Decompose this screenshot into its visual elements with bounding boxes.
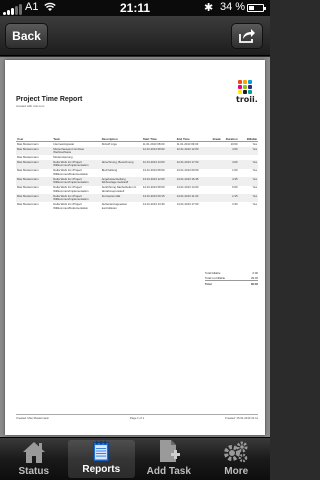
tab-reports-label: Reports xyxy=(82,464,121,475)
table-cell xyxy=(210,186,222,194)
table-cell: 4:00 xyxy=(221,147,239,156)
table-cell: 6:00 xyxy=(232,185,238,190)
logo-dot xyxy=(243,80,247,84)
tab-status[interactable]: Status xyxy=(0,438,68,480)
battery-icon xyxy=(247,4,266,12)
report-footer: Created: Max Mustermann Page 1 of 1 Crea… xyxy=(16,414,258,420)
table-cell: Delta Werk Inc./Project Willkommen/Imple… xyxy=(53,185,89,193)
table-row: Max Mustermann Delta Werk Inc./Project Wi… xyxy=(16,202,258,210)
report-page: Project Time Report created with troii.c… xyxy=(5,60,265,435)
tab-add-task-label: Add Task xyxy=(146,466,191,477)
tab-more-label: More xyxy=(224,466,249,477)
total-value: 0:00 xyxy=(252,270,258,275)
back-button-label: Back xyxy=(12,29,41,43)
report-table: User Task Description Start Time End Time Bre… xyxy=(16,136,258,211)
footer-page-number: Page 1 of 1 xyxy=(129,416,145,420)
table-cell: Yes xyxy=(238,147,258,156)
total-value: 39:30 xyxy=(251,275,258,280)
table-row: Max Mustermann Delta Werk Inc./Project Wi… xyxy=(16,185,258,194)
table-row: Max Mustermann Delta Werk Inc./Project Wi… xyxy=(16,177,258,186)
table-cell: 14.01.2013 13:30 xyxy=(142,202,165,207)
table-cell xyxy=(209,147,222,156)
tab-status-label: Status xyxy=(18,466,50,477)
table-cell xyxy=(100,147,142,156)
share-button[interactable] xyxy=(231,23,263,49)
screen: A1 21:11 ✱ 34 % Back Project Time Report… xyxy=(0,0,270,480)
report-viewer[interactable]: Project Time Report created with troii.c… xyxy=(0,57,270,437)
total-label: Total xyxy=(205,281,212,286)
table-cell: Yes xyxy=(252,185,257,190)
logo-dot xyxy=(248,90,252,94)
report-title: Project Time Report xyxy=(16,96,83,103)
table-cell xyxy=(209,194,222,203)
logo-dot xyxy=(243,90,247,94)
table-cell: 12.01.2013 08:00 xyxy=(141,147,176,156)
table-row: Max Mustermann Delta Werk Inc./Project Wi… xyxy=(16,194,258,203)
table-cell: 1:00 xyxy=(232,168,238,173)
table-row: Max Mustermann Delta Werk Inc./Project Wi… xyxy=(16,160,258,169)
total-label: Total billable xyxy=(205,270,221,275)
table-cell: 14.01.2013 17:00 xyxy=(176,202,199,207)
table-cell: Yes xyxy=(252,168,257,173)
logo-dot xyxy=(248,80,252,84)
table-cell: Außenanzeigeseiten kontrollieren xyxy=(101,202,128,210)
tab-reports[interactable]: Reports xyxy=(67,440,135,478)
total-label: Total not billable xyxy=(205,275,226,280)
bluetooth-icon: ✱ xyxy=(204,2,214,14)
table-cell: 13.01.2013 09:00 xyxy=(176,168,199,173)
table-cell: 14.01.2013 14:00 xyxy=(176,185,199,190)
logo-dot xyxy=(248,85,252,89)
table-cell xyxy=(210,202,222,210)
table-cell: 3:30 xyxy=(232,202,238,207)
logo-dot xyxy=(243,85,247,89)
table-cell: Delta Werk Inc./Project Willkommen/Dokum… xyxy=(53,202,89,210)
table-cell xyxy=(209,160,222,169)
house-icon xyxy=(22,442,45,463)
total-line: Total 39:30 xyxy=(205,280,258,286)
table-cell: 12.01.2013 12:00 xyxy=(175,147,210,156)
logo-dot xyxy=(238,85,242,89)
back-button[interactable]: Back xyxy=(5,23,48,49)
logo-dot xyxy=(238,90,242,94)
table-row: Max Mustermann Musterhausprot Gmbtser Wei… xyxy=(16,147,258,156)
status-bar: A1 21:11 ✱ 34 % xyxy=(0,0,270,16)
table-cell: Yes xyxy=(252,202,257,207)
table-cell: Max Mustermann xyxy=(17,185,39,190)
table-cell xyxy=(210,169,222,177)
table-cell: Buchhaltung xyxy=(101,168,118,173)
tab-more[interactable]: More xyxy=(203,438,271,480)
table-cell: 14.01.2013 08:00 xyxy=(142,185,165,190)
troii-logo: troii. xyxy=(236,80,258,108)
add-document-icon xyxy=(159,440,180,462)
report-totals: Total billable 0:00 Total not billable 39:3… xyxy=(205,270,258,287)
table-cell: Max Mustermann xyxy=(17,202,39,207)
table-cell: 13.01.2013 08:00 xyxy=(142,168,165,173)
table-cell: Max Mustermann xyxy=(17,168,39,173)
table-cell: Delta Werk Inc./Project Willkommen/Dokum… xyxy=(53,168,89,176)
footer-created-date: Created: 15.01.2013 21:11 xyxy=(224,416,258,420)
logo-dot xyxy=(238,80,242,84)
total-value: 39:30 xyxy=(250,281,258,286)
table-cell: Ausführung Nacharbeiten U. Abnahmeprotok… xyxy=(101,185,137,193)
table-cell xyxy=(209,177,222,186)
share-icon xyxy=(239,29,255,43)
table-row: Max Mustermann Delta Werk Inc./Project Wi… xyxy=(16,168,258,177)
gears-icon xyxy=(224,441,248,463)
battery-percent: 34 % xyxy=(220,1,246,13)
navigation-bar: Back xyxy=(0,16,270,56)
tab-bar: Status Reports Add Task More xyxy=(0,437,270,480)
footer-created-by: Created: Max Mustermann xyxy=(16,416,50,420)
report-subtitle: created with troii.com xyxy=(16,104,45,108)
notepad-icon xyxy=(93,440,110,462)
tab-add-task[interactable]: Add Task xyxy=(135,438,203,480)
